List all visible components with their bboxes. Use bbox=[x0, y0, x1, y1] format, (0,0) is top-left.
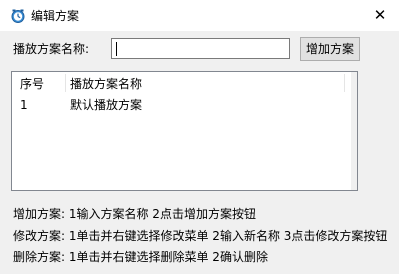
scheme-name-input[interactable] bbox=[111, 38, 290, 59]
list-header: 序号 播放方案名称 bbox=[12, 72, 357, 94]
column-header-name[interactable]: 播放方案名称 bbox=[70, 77, 142, 91]
window-title: 编辑方案 bbox=[31, 9, 80, 23]
column-header-index[interactable]: 序号 bbox=[20, 77, 44, 91]
column-separator bbox=[344, 74, 345, 92]
row-index: 1 bbox=[20, 98, 28, 112]
instruction-add: 增加方案: 1输入方案名称 2点击增加方案按钮 bbox=[13, 207, 256, 221]
text-caret bbox=[116, 42, 117, 56]
schedule-icon bbox=[10, 8, 26, 24]
instruction-modify: 修改方案: 1单击并右键选择修改菜单 2输入新名称 3点击修改方案按钮 bbox=[13, 229, 388, 243]
close-button[interactable]: ✕ bbox=[371, 6, 389, 24]
instruction-delete: 删除方案: 1单击并右键选择删除菜单 2确认删除 bbox=[13, 250, 268, 264]
list-scrollbar[interactable] bbox=[351, 72, 357, 190]
title-bar: 编辑方案 ✕ bbox=[0, 0, 399, 31]
scheme-list[interactable]: 序号 播放方案名称 1 默认播放方案 bbox=[11, 71, 358, 191]
column-separator bbox=[65, 74, 66, 92]
row-name: 默认播放方案 bbox=[70, 98, 143, 112]
add-scheme-button[interactable]: 增加方案 bbox=[300, 37, 360, 61]
scheme-name-label: 播放方案名称: bbox=[13, 42, 90, 56]
list-item[interactable]: 1 默认播放方案 bbox=[12, 96, 357, 114]
